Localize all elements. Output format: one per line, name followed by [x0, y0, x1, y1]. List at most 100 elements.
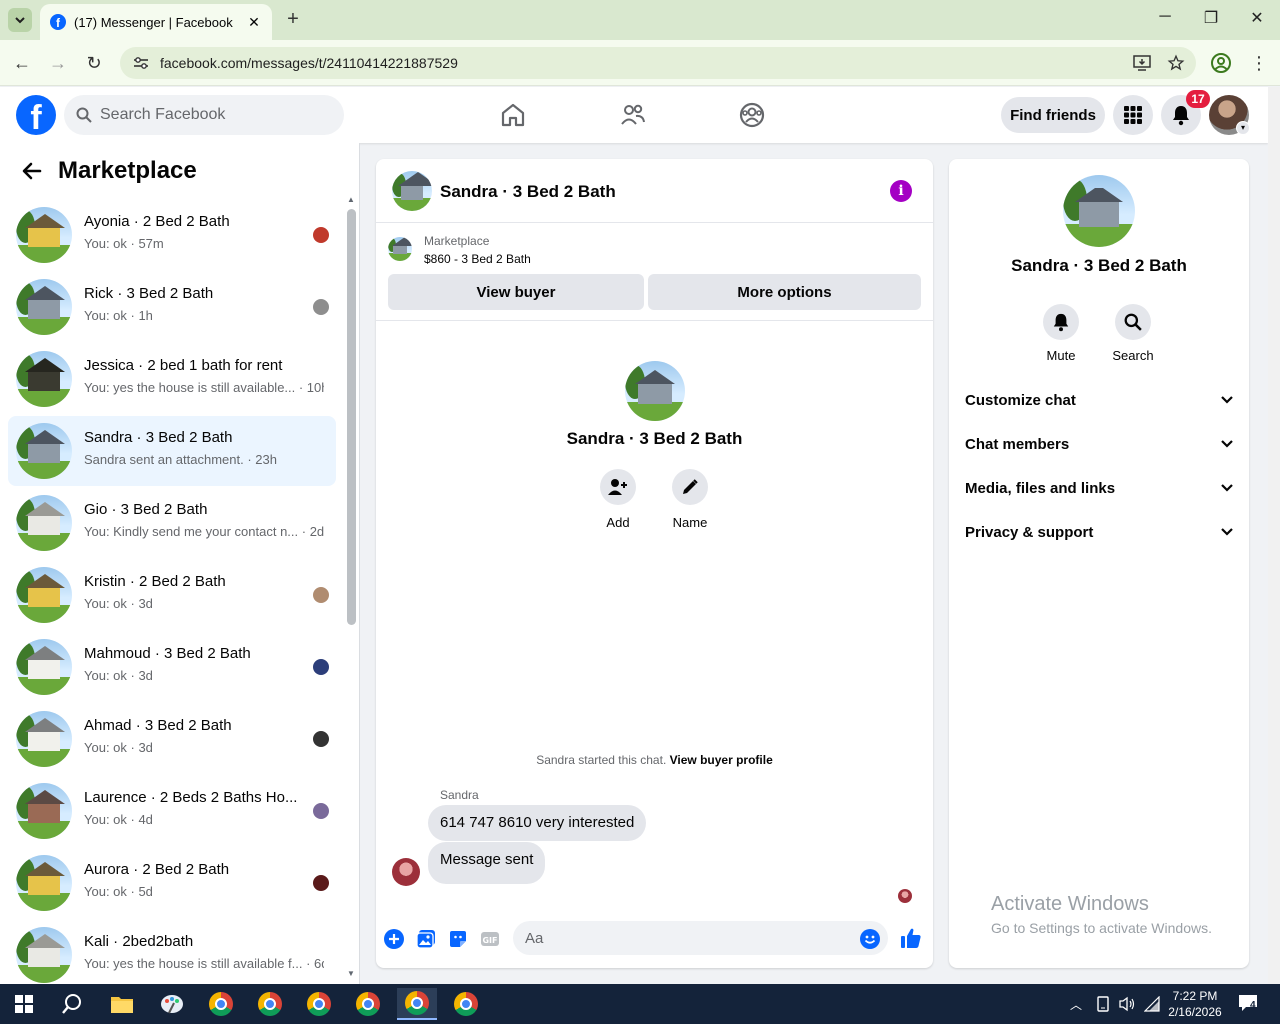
section-label: Privacy & support	[965, 523, 1094, 541]
message-bubble[interactable]: 614 747 8610 very interested	[428, 805, 647, 841]
privacy-support-section[interactable]: Privacy & support	[965, 514, 1233, 550]
browser-profile-icon[interactable]	[1210, 52, 1232, 74]
start-button[interactable]	[4, 988, 44, 1020]
listing-thumbnail[interactable]	[388, 237, 412, 261]
conversation-item[interactable]: Mahmoud · 3 Bed 2 Bath You: ok · 3d	[8, 632, 336, 702]
home-icon[interactable]	[499, 101, 527, 129]
groups-icon[interactable]	[738, 101, 766, 129]
minimize-button[interactable]: ─	[1150, 8, 1180, 32]
tab-close-icon[interactable]: ✕	[246, 14, 262, 31]
conversation-item[interactable]: Jessica · 2 bed 1 bath for rent You: yes…	[8, 344, 336, 414]
conversation-item[interactable]: Kali · 2bed2bath You: yes the house is s…	[8, 920, 336, 984]
chrome-profile-active-button[interactable]	[397, 988, 437, 1020]
svg-text:GIF: GIF	[482, 936, 497, 945]
show-hidden-icons[interactable]: ︿	[1070, 984, 1082, 1024]
conversation-item[interactable]: Sandra · 3 Bed 2 Bath Sandra sent an att…	[8, 416, 336, 486]
chat-started-notice: Sandra started this chat. View buyer pro…	[376, 753, 933, 767]
conversation-item[interactable]: Aurora · 2 Bed 2 Bath You: ok · 5d	[8, 848, 336, 918]
conversation-thumbnail	[16, 711, 72, 767]
chrome-taskbar-button[interactable]	[201, 988, 241, 1020]
find-friends-button[interactable]: Find friends	[1001, 97, 1105, 133]
plus-circle-icon[interactable]	[384, 929, 404, 949]
chevron-down-icon	[1221, 440, 1233, 448]
emoji-icon[interactable]	[860, 929, 880, 949]
menu-grid-button[interactable]	[1113, 95, 1153, 135]
message-bubble[interactable]: Message sent	[428, 842, 546, 884]
action-center-button[interactable]: 4	[1238, 994, 1260, 1014]
reload-button[interactable]: ↻	[83, 52, 105, 74]
change-name-button[interactable]: Name	[660, 469, 720, 530]
more-options-button[interactable]: More options	[648, 274, 921, 310]
conversation-item[interactable]: Gio · 3 Bed 2 Bath You: Kindly send me y…	[8, 488, 336, 558]
paint-app-button[interactable]	[152, 988, 192, 1020]
customize-chat-section[interactable]: Customize chat	[965, 382, 1233, 418]
back-arrow-icon[interactable]	[20, 159, 44, 183]
chat-header-avatar[interactable]	[392, 171, 432, 211]
seen-avatar	[313, 587, 329, 603]
chrome-profile-2-button[interactable]	[299, 988, 339, 1020]
conversation-name: Mahmoud · 3 Bed 2 Bath	[84, 645, 251, 662]
search-in-chat-button[interactable]: Search	[1098, 304, 1168, 363]
conversation-item[interactable]: Rick · 3 Bed 2 Bath You: ok · 1h	[8, 272, 336, 342]
scroll-up-arrow[interactable]: ▲	[347, 195, 355, 204]
conversation-item[interactable]: Laurence · 2 Beds 2 Baths Ho... You: ok …	[8, 776, 336, 846]
chat-title[interactable]: Sandra · 3 Bed 2 Bath	[440, 182, 616, 202]
thumbs-up-icon[interactable]	[900, 927, 922, 949]
install-app-icon[interactable]	[1128, 53, 1156, 73]
bell-icon	[1173, 106, 1189, 126]
browser-menu-icon[interactable]: ⋮	[1250, 52, 1268, 74]
scroll-down-arrow[interactable]: ▼	[347, 969, 355, 978]
browser-tab-messenger[interactable]: f (17) Messenger | Facebook ✕	[40, 4, 272, 40]
chrome-profile-3-button[interactable]	[348, 988, 388, 1020]
view-buyer-profile-link[interactable]: View buyer profile	[670, 753, 773, 767]
mute-button[interactable]: Mute	[1026, 304, 1096, 363]
conversation-name: Rick · 3 Bed 2 Bath	[84, 285, 214, 302]
add-people-button[interactable]: Add	[588, 469, 648, 530]
conversation-item[interactable]: Ahmad · 3 Bed 2 Bath You: ok · 3d	[8, 704, 336, 774]
taskbar-search-button[interactable]	[52, 988, 92, 1020]
chrome-profile-5-button[interactable]	[446, 988, 486, 1020]
restore-button[interactable]: ❐	[1196, 8, 1226, 32]
network-icon[interactable]	[1144, 996, 1160, 1012]
windows-taskbar: ︿ 7:22 PM 2/16/2026 4	[0, 984, 1280, 1024]
account-chevron-icon[interactable]: ▾	[1236, 121, 1250, 135]
photo-icon[interactable]	[416, 929, 436, 949]
forward-button[interactable]: →	[47, 52, 69, 74]
friends-icon[interactable]	[619, 101, 647, 129]
chrome-icon	[454, 992, 478, 1016]
tab-search-button[interactable]	[8, 8, 32, 32]
facebook-logo-icon[interactable]: f	[16, 95, 56, 135]
details-avatar[interactable]	[1063, 175, 1135, 247]
chrome-profile-c-button[interactable]	[250, 988, 290, 1020]
gif-icon[interactable]: GIF	[480, 929, 500, 949]
info-icon[interactable]: i	[890, 180, 912, 202]
chat-members-section[interactable]: Chat members	[965, 426, 1233, 462]
facebook-search[interactable]	[64, 95, 344, 135]
facebook-search-input[interactable]	[100, 106, 320, 124]
address-bar[interactable]: facebook.com/messages/t/2411041422188752…	[120, 47, 1196, 79]
sender-avatar[interactable]	[392, 858, 420, 886]
back-button[interactable]: ←	[11, 52, 33, 74]
listing-price-title[interactable]: $860 - 3 Bed 2 Bath	[424, 252, 531, 266]
chat-details-panel: Sandra · 3 Bed 2 Bath Mute Search Custom…	[949, 159, 1249, 968]
sticker-icon[interactable]	[448, 929, 468, 949]
message-input[interactable]	[513, 921, 888, 955]
close-window-button[interactable]: ✕	[1242, 8, 1272, 32]
seen-avatar	[313, 659, 329, 675]
bookmark-star-icon[interactable]	[1162, 53, 1190, 73]
device-icon[interactable]	[1095, 996, 1111, 1012]
media-files-links-section[interactable]: Media, files and links	[965, 470, 1233, 506]
add-label: Add	[606, 515, 630, 530]
site-settings-icon[interactable]	[132, 56, 150, 70]
conversation-scrollbar[interactable]	[347, 209, 356, 625]
page-scrollbar[interactable]	[1268, 87, 1280, 984]
conversation-item[interactable]: Kristin · 2 Bed 2 Bath You: ok · 3d	[8, 560, 336, 630]
conversation-item[interactable]: Ayonia · 2 Bed 2 Bath You: ok · 57m	[8, 200, 336, 270]
volume-icon[interactable]	[1118, 996, 1136, 1012]
new-tab-button[interactable]: +	[282, 8, 304, 30]
file-explorer-button[interactable]	[102, 988, 142, 1020]
conversation-list-panel: Marketplace Ayonia · 2 Bed 2 Bath You: o…	[0, 143, 360, 984]
view-buyer-button[interactable]: View buyer	[388, 274, 644, 310]
system-clock[interactable]: 7:22 PM 2/16/2026	[1160, 988, 1230, 1020]
read-receipt-avatar	[898, 889, 912, 903]
